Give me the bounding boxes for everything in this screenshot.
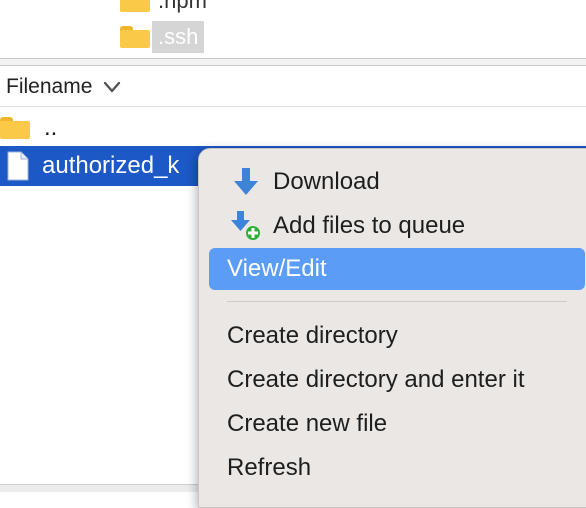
menu-item-download[interactable]: Download bbox=[209, 161, 585, 203]
chevron-down-icon bbox=[104, 81, 121, 92]
menu-item-label: Download bbox=[273, 168, 380, 195]
menu-item-create-directory[interactable]: Create directory bbox=[209, 315, 585, 357]
pane-splitter[interactable] bbox=[0, 58, 586, 66]
menu-item-label: Add files to queue bbox=[273, 212, 466, 239]
file-name: authorized_k bbox=[42, 152, 180, 179]
tree-item-label: .npm bbox=[158, 0, 207, 13]
remote-directory-tree: .npm .ssh bbox=[0, 0, 586, 58]
file-row-parent-directory[interactable]: .. bbox=[0, 108, 586, 148]
menu-item-create-directory-and-enter[interactable]: Create directory and enter it bbox=[209, 359, 585, 401]
menu-item-label: Refresh bbox=[227, 454, 312, 481]
menu-item-view-edit[interactable]: View/Edit bbox=[209, 248, 585, 290]
column-header-label: Filename bbox=[6, 74, 93, 98]
filename-column-header[interactable]: Filename bbox=[0, 67, 586, 107]
menu-item-add-files-to-queue[interactable]: Add files to queue bbox=[209, 205, 585, 247]
file-name: .. bbox=[44, 114, 58, 141]
folder-icon bbox=[120, 26, 150, 48]
folder-icon bbox=[0, 117, 30, 139]
context-menu: Download Add files to queue View/Edit Cr… bbox=[198, 148, 586, 508]
folder-icon bbox=[120, 0, 150, 12]
menu-item-label: Create directory bbox=[227, 322, 398, 349]
menu-item-create-new-file[interactable]: Create new file bbox=[209, 403, 585, 445]
menu-item-label: Create new file bbox=[227, 410, 388, 437]
add-to-queue-icon bbox=[231, 211, 260, 240]
menu-item-label: View/Edit bbox=[227, 255, 327, 282]
document-icon bbox=[7, 151, 29, 181]
tree-item-label: .ssh bbox=[152, 21, 205, 53]
menu-item-label: Create directory and enter it bbox=[227, 366, 525, 393]
tree-item-ssh[interactable]: .ssh bbox=[120, 20, 205, 54]
download-arrow-icon bbox=[234, 168, 258, 195]
menu-item-refresh[interactable]: Refresh bbox=[209, 447, 585, 489]
menu-separator bbox=[227, 301, 567, 302]
tree-item-npm[interactable]: .npm bbox=[120, 0, 213, 18]
